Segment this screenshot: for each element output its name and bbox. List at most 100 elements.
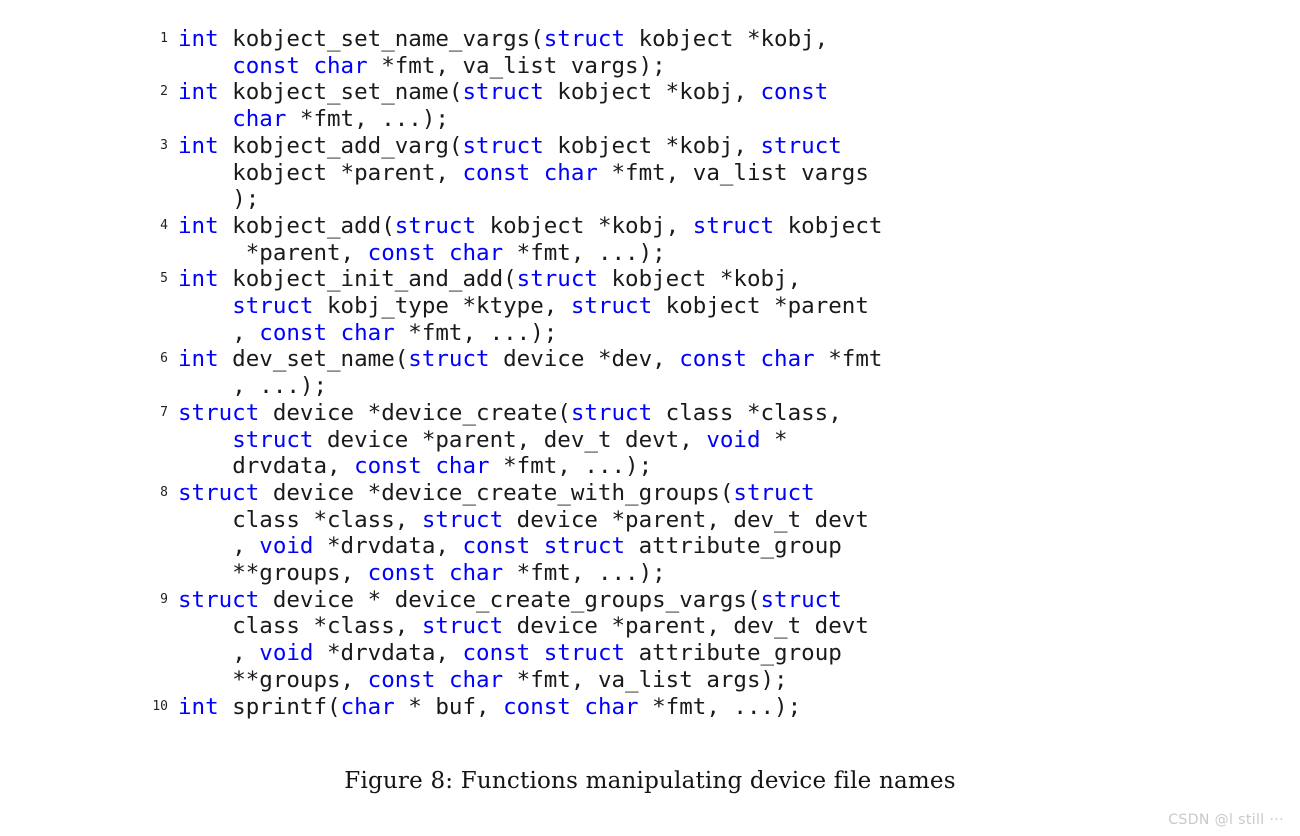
- code-text: struct device *device_create(struct clas…: [178, 400, 918, 480]
- code-keyword: char: [760, 346, 815, 373]
- code-plain: *fmt, va_list args);: [503, 666, 788, 693]
- line-number: 7: [160, 404, 168, 420]
- code-keyword: void: [259, 640, 314, 667]
- code-keyword: int: [178, 212, 219, 239]
- code-text: struct device *device_create_with_groups…: [178, 480, 918, 587]
- code-line: 4 int kobject_add(struct kobject *kobj, s…: [0, 213, 1300, 266]
- code-line: 6 int dev_set_name(struct device *dev, co…: [0, 346, 1300, 399]
- code-plain: device *parent, dev_t devt,: [313, 426, 707, 453]
- code-plain: *fmt, ...);: [394, 319, 558, 346]
- code-plain: [435, 240, 449, 266]
- code-keyword: struct: [543, 26, 626, 52]
- code-keyword: struct: [421, 613, 504, 640]
- code-line: 3 int kobject_add_varg(struct kobject *ko…: [0, 133, 1300, 213]
- code-plain: kobj_type *ktype,: [313, 293, 571, 320]
- code-plain: class *class,: [232, 506, 409, 533]
- line-number: 9: [160, 591, 168, 607]
- code-keyword: struct: [178, 586, 260, 613]
- code-listing: 1 int kobject_set_name_vargs(struct kobje…: [0, 26, 1300, 720]
- code-keyword: struct: [178, 399, 260, 426]
- code-text: int kobject_init_and_add(struct kobject …: [178, 266, 918, 346]
- code-keyword: struct: [516, 266, 598, 293]
- code-text: int kobject_set_name_vargs(struct kobjec…: [178, 26, 918, 79]
- code-keyword: struct: [421, 506, 504, 533]
- code-plain: [327, 320, 341, 346]
- code-text: struct device * device_create_groups_var…: [178, 587, 918, 694]
- code-keyword: const: [232, 52, 300, 79]
- code-plain: *fmt, ...);: [503, 560, 666, 587]
- code-keyword: struct: [543, 533, 626, 560]
- code-keyword: int: [178, 266, 219, 293]
- code-plain: *fmt, ...);: [503, 239, 666, 266]
- code-plain: device *device_create(: [259, 399, 571, 426]
- code-keyword: struct: [760, 586, 842, 613]
- code-keyword: const: [503, 693, 571, 720]
- code-keyword: char: [340, 693, 395, 720]
- code-keyword: struct: [394, 212, 477, 239]
- csdn-watermark: CSDN @l still ···: [1168, 812, 1284, 828]
- code-keyword: char: [543, 159, 598, 186]
- code-keyword: struct: [570, 399, 653, 426]
- code-plain: * buf,: [394, 693, 504, 720]
- code-keyword: char: [313, 52, 368, 79]
- code-keyword: const: [259, 319, 328, 346]
- code-plain: [747, 346, 761, 372]
- code-keyword: const: [367, 560, 436, 587]
- code-keyword: char: [448, 560, 504, 587]
- code-plain: [530, 640, 544, 666]
- code-keyword: char: [448, 666, 504, 693]
- code-plain: *fmt, va_list vargs);: [367, 52, 666, 79]
- code-plain: kobject *kobj,: [543, 79, 761, 106]
- code-keyword: int: [178, 693, 219, 720]
- code-keyword: struct: [408, 346, 490, 373]
- line-number: 6: [160, 351, 168, 367]
- code-keyword: const: [367, 666, 436, 693]
- code-keyword: char: [435, 453, 490, 480]
- code-keyword: int: [178, 346, 219, 373]
- code-keyword: struct: [543, 640, 626, 667]
- code-plain: [435, 667, 449, 693]
- code-plain: [178, 106, 232, 132]
- code-plain: [435, 560, 449, 586]
- code-text: int kobject_add(struct kobject *kobj, st…: [178, 213, 918, 266]
- code-plain: *fmt, ...);: [489, 453, 653, 480]
- code-plain: device *device_create_with_groups(: [259, 479, 734, 506]
- code-keyword: const: [462, 533, 531, 560]
- code-plain: [422, 453, 436, 479]
- code-plain: [530, 533, 544, 559]
- code-keyword: struct: [570, 293, 653, 320]
- code-keyword: int: [178, 79, 219, 106]
- code-keyword: char: [232, 106, 287, 133]
- code-keyword: char: [448, 239, 504, 266]
- line-number: 3: [160, 137, 168, 153]
- code-plain: kobject_add(: [218, 212, 395, 239]
- code-text: int sprintf(char * buf, const char *fmt,…: [178, 694, 918, 721]
- code-keyword: char: [584, 693, 639, 720]
- code-text: int dev_set_name(struct device *dev, con…: [178, 346, 918, 399]
- code-keyword: const: [462, 640, 531, 667]
- code-keyword: struct: [232, 426, 314, 453]
- code-plain: sprintf(: [218, 693, 341, 720]
- code-keyword: const: [679, 346, 747, 373]
- code-keyword: struct: [178, 479, 260, 506]
- figure-caption: Figure 8: Functions manipulating device …: [344, 768, 956, 794]
- code-plain: kobject *kobj,: [543, 132, 761, 159]
- line-number: 1: [160, 31, 168, 46]
- code-keyword: struct: [760, 132, 842, 159]
- code-plain: [530, 160, 544, 186]
- code-plain: kobject_set_name_vargs(: [218, 26, 544, 52]
- line-number: 2: [160, 84, 168, 100]
- code-text: int kobject_set_name(struct kobject *kob…: [178, 79, 918, 132]
- code-line: 9 struct device * device_create_groups_va…: [0, 587, 1300, 694]
- code-plain: class *class,: [232, 613, 409, 640]
- line-number: 5: [160, 271, 168, 287]
- code-plain: [300, 53, 314, 79]
- code-keyword: void: [706, 426, 761, 453]
- code-keyword: struct: [462, 132, 544, 159]
- code-plain: device * device_create_groups_vargs(: [259, 586, 761, 613]
- code-keyword: struct: [733, 479, 815, 506]
- code-plain: kobject *parent,: [232, 159, 449, 186]
- code-line: 5 int kobject_init_and_add(struct kobject…: [0, 266, 1300, 346]
- line-number: 10: [152, 698, 168, 714]
- code-line: 7 struct device *device_create(struct cla…: [0, 400, 1300, 480]
